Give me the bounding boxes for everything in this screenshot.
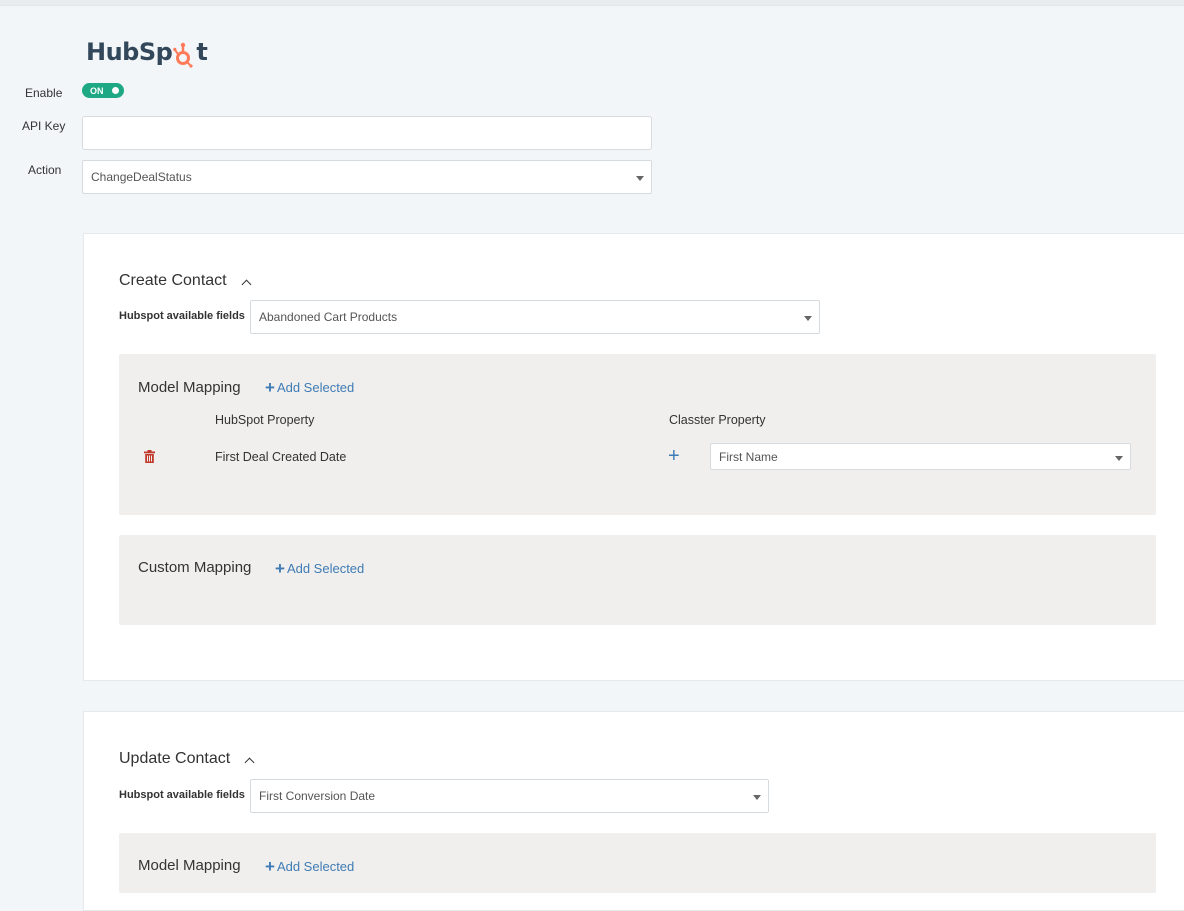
top-bar	[0, 0, 1184, 6]
classter-property-value: First Name	[719, 449, 778, 464]
chevron-up-icon[interactable]	[241, 279, 252, 289]
logo-text: HubSp	[86, 38, 173, 66]
action-label: Action	[28, 163, 62, 177]
add-selected-label: Add Selected	[286, 561, 365, 576]
sprocket-icon	[173, 42, 195, 68]
enable-label: Enable	[25, 86, 63, 100]
action-select-value: ChangeDealStatus	[91, 170, 192, 184]
create-contact-title-text: Create Contact	[119, 272, 227, 289]
plus-icon: +	[275, 559, 285, 578]
col-hubspot-property: HubSpot Property	[215, 413, 315, 427]
update-contact-title: Update Contact	[119, 750, 255, 768]
update-fields-value: First Conversion Date	[259, 789, 376, 803]
add-property-icon[interactable]: +	[668, 446, 680, 466]
chevron-down-icon	[1115, 455, 1123, 461]
create-fields-select[interactable]: Abandoned Cart Products	[250, 300, 820, 334]
chevron-down-icon	[636, 176, 644, 181]
api-key-input[interactable]	[82, 116, 652, 150]
create-contact-title: Create Contact	[119, 272, 252, 290]
classter-property-select[interactable]: First Name	[710, 443, 1131, 470]
chevron-down-icon	[753, 795, 761, 800]
custom-mapping-title: Custom Mapping	[138, 559, 252, 576]
update-fields-select[interactable]: First Conversion Date	[250, 779, 769, 813]
add-selected-label: Add Selected	[276, 380, 355, 395]
logo-text-end: t	[196, 38, 208, 66]
api-key-label: API Key	[22, 119, 66, 133]
update-model-mapping-add-button[interactable]: + Add Selected	[265, 857, 355, 876]
update-contact-title-text: Update Contact	[119, 750, 231, 767]
action-select[interactable]: ChangeDealStatus	[82, 160, 652, 194]
trash-icon[interactable]	[144, 450, 155, 463]
chevron-up-icon[interactable]	[244, 757, 255, 767]
model-mapping-add-button[interactable]: + Add Selected	[265, 378, 355, 397]
toggle-on-label: ON	[90, 85, 104, 96]
plus-icon: +	[265, 857, 275, 876]
col-classter-property: Classter Property	[669, 413, 766, 427]
create-fields-label: Hubspot available fields	[119, 310, 245, 322]
custom-mapping-panel	[119, 535, 1156, 625]
update-fields-label: Hubspot available fields	[119, 789, 245, 801]
toggle-knob	[112, 87, 119, 94]
plus-icon: +	[265, 378, 275, 397]
hubspot-logo: HubSp t	[86, 34, 208, 68]
row-hubspot-property: First Deal Created Date	[215, 450, 347, 464]
custom-mapping-add-button[interactable]: + Add Selected	[275, 559, 365, 578]
model-mapping-title: Model Mapping	[138, 379, 241, 396]
chevron-down-icon	[804, 316, 812, 321]
add-selected-label: Add Selected	[276, 859, 355, 874]
update-model-mapping-title: Model Mapping	[138, 857, 241, 874]
create-fields-value: Abandoned Cart Products	[259, 310, 398, 324]
enable-toggle[interactable]: ON	[82, 83, 124, 98]
